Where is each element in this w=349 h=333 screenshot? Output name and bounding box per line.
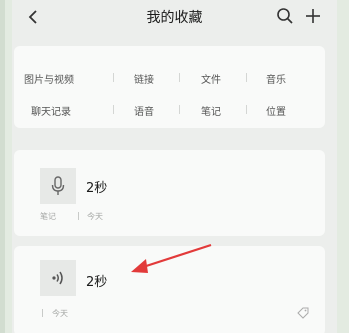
tag-icon	[297, 307, 309, 319]
item-time: 今天	[87, 212, 103, 221]
item-kind: 笔记	[40, 212, 56, 221]
voice-duration: 2秒	[86, 181, 108, 196]
category-links[interactable]: 链接	[109, 71, 179, 86]
category-filter-panel: 图片与视频 链接 文件 音乐 聊天记录 语音 笔记 位置	[14, 46, 325, 128]
search-button[interactable]	[274, 5, 296, 27]
category-voice[interactable]: 语音	[109, 103, 179, 118]
tag-button[interactable]	[296, 306, 310, 320]
item-thumbnail	[40, 260, 76, 296]
category-images-videos[interactable]: 图片与视频	[14, 71, 84, 86]
add-button[interactable]	[302, 5, 324, 27]
favorite-item-voice[interactable]: 2秒 今天	[14, 246, 325, 333]
divider	[78, 212, 79, 220]
category-location[interactable]: 位置	[241, 103, 311, 118]
category-files[interactable]: 文件	[176, 71, 246, 86]
category-notes[interactable]: 笔记	[176, 103, 246, 118]
divider	[42, 309, 43, 317]
voice-duration: 2秒	[86, 275, 108, 290]
voice-wave-icon	[52, 271, 63, 285]
category-chat-history[interactable]: 聊天记录	[16, 103, 86, 118]
microphone-icon	[51, 176, 65, 195]
favorite-item-note-voice[interactable]: 2秒 笔记 今天	[14, 150, 325, 236]
item-time: 今天	[52, 309, 68, 318]
navigation-bar: 我的收藏	[12, 0, 337, 36]
category-music[interactable]: 音乐	[241, 71, 311, 86]
plus-icon	[306, 9, 320, 23]
favorites-screen: 我的收藏 图片与视频 链接 文件 音乐 聊天记录 语音 笔记 位置 2秒 笔记 …	[12, 0, 337, 333]
search-icon	[277, 8, 293, 24]
item-thumbnail	[40, 168, 76, 204]
background-strip	[0, 0, 5, 333]
